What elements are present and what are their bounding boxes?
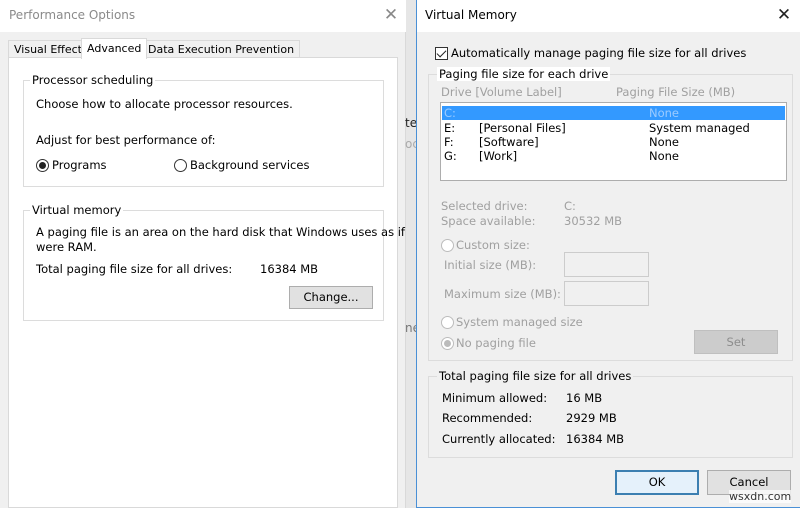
total-paging-value: 16384 MB [260,262,319,276]
watermark: wsxdn.com [729,490,792,503]
window-title: Virtual Memory [425,8,517,22]
drive-paging-size: None [649,149,680,163]
initial-size-label: Initial size (MB): [444,258,537,272]
currently-allocated-label: Currently allocated: [442,432,556,446]
drive-label: [Personal Files] [479,121,566,135]
virtual-memory-group: Virtual memory A paging file is an area … [23,203,416,321]
group-legend: Virtual memory [30,203,124,217]
group-legend: Total paging file size for all drives [437,369,634,383]
drive-paging-size: System managed [649,121,750,135]
no-paging-file-label[interactable]: No paging file [456,336,536,350]
system-managed-radio[interactable] [441,316,454,329]
minimum-allowed-value: 16 MB [566,391,603,405]
ok-button[interactable]: OK [615,470,699,495]
programs-label[interactable]: Programs [52,158,107,172]
recommended-value: 2929 MB [566,411,617,425]
window-title: Performance Options [9,8,136,22]
drive-letter: F: [444,135,454,149]
tab-advanced[interactable]: Advanced [81,38,148,59]
maximum-size-label: Maximum size (MB): [444,287,561,301]
drive-letter: C: [444,106,456,120]
column-header-size: Paging File Size (MB) [616,85,736,99]
set-button[interactable]: Set [694,330,778,354]
recommended-label: Recommended: [442,411,533,425]
drive-row[interactable]: E: [Personal Files] System managed [442,121,785,135]
auto-manage-checkbox[interactable] [435,47,448,60]
close-icon[interactable]: ✕ [773,4,795,26]
initial-size-input[interactable] [564,252,649,277]
selected-drive-label: Selected drive: [441,199,528,213]
total-paging-label: Total paging file size for all drives: [36,262,233,276]
drive-label: [Work] [479,149,518,163]
drive-letter: G: [444,149,457,163]
processor-description: Choose how to allocate processor resourc… [36,97,293,111]
drive-row[interactable]: G: [Work] None [442,149,785,163]
performance-options-dialog: Performance Options ✕ Visual Effects Adv… [0,0,416,508]
close-icon[interactable]: ✕ [380,4,402,26]
background-services-radio[interactable] [174,159,187,172]
title-bar: Virtual Memory ✕ [417,0,800,32]
drive-row[interactable]: C: None [442,106,785,120]
change-button[interactable]: Change... [289,286,373,309]
system-managed-label[interactable]: System managed size [456,315,583,329]
drive-row[interactable]: F: [Software] None [442,135,785,149]
drive-list[interactable]: C: None E: [Personal Files] System manag… [440,102,787,181]
processor-scheduling-group: Processor scheduling Choose how to alloc… [23,73,384,187]
background-services-label[interactable]: Background services [190,158,309,172]
no-paging-file-radio[interactable] [441,337,454,350]
paging-description-line1: A paging file is an area on the hard dis… [36,225,417,239]
adjust-label: Adjust for best performance of: [36,133,216,147]
maximum-size-input[interactable] [564,281,649,306]
space-available-label: Space available: [441,214,536,228]
custom-size-label[interactable]: Custom size: [456,238,530,252]
group-legend: Paging file size for each drive [437,67,611,81]
advanced-tab-panel: Processor scheduling Choose how to alloc… [8,57,416,508]
column-header-drive: Drive [Volume Label] [441,85,562,99]
drive-letter: E: [444,121,456,135]
background-window-strip [406,0,416,508]
minimum-allowed-label: Minimum allowed: [442,391,548,405]
auto-manage-label[interactable]: Automatically manage paging file size fo… [451,46,746,60]
selected-drive-value: C: [564,199,576,213]
space-available-value: 30532 MB [564,214,623,228]
group-legend: Processor scheduling [30,73,156,87]
custom-size-radio[interactable] [441,239,454,252]
drive-paging-size: None [649,106,680,120]
paging-description-line2: were RAM. [36,240,97,254]
drive-paging-size: None [649,135,680,149]
drive-label: [Software] [479,135,539,149]
title-bar: Performance Options ✕ [0,0,406,32]
programs-radio[interactable] [36,159,49,172]
currently-allocated-value: 16384 MB [566,432,625,446]
